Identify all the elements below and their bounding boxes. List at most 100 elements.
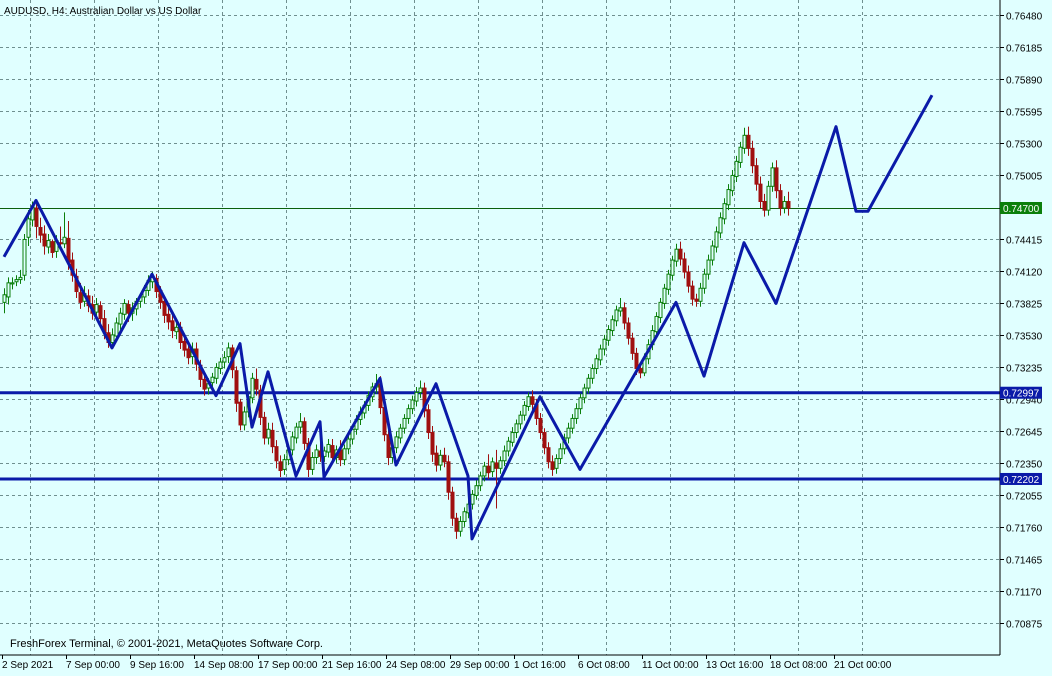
candle-body: [682, 258, 687, 273]
y-tick-label: 0.76185: [1006, 44, 1043, 55]
candle-body: [478, 475, 483, 487]
candle-body: [546, 447, 551, 463]
candle-body: [570, 417, 575, 429]
level-price-tag: 0.72202: [1003, 475, 1040, 486]
candle-body: [202, 378, 207, 390]
candle-body: [762, 200, 767, 211]
candle-body: [114, 322, 119, 337]
candle-body: [542, 432, 547, 449]
candle-body: [586, 377, 591, 389]
candle-body: [474, 485, 479, 496]
candle-body: [290, 436, 295, 451]
candle-body: [398, 427, 403, 439]
candle-body: [782, 200, 787, 209]
candle-body: [62, 236, 67, 245]
candle-body: [454, 517, 459, 532]
candle-body: [414, 391, 419, 402]
x-tick-label: 6 Oct 08:00: [578, 660, 630, 671]
candle-body: [726, 189, 731, 206]
candle-body: [294, 426, 299, 439]
candle-body: [26, 218, 31, 238]
candle-body: [746, 134, 751, 149]
candle-body: [462, 511, 467, 522]
candle-body: [314, 449, 319, 458]
y-tick-label: 0.75005: [1006, 172, 1043, 183]
candle-body: [470, 493, 475, 505]
candle-body: [598, 348, 603, 361]
candle-body: [502, 450, 507, 462]
x-tick-label: 18 Oct 08:00: [770, 660, 828, 671]
y-tick-label: 0.72645: [1006, 428, 1043, 439]
candle-body: [234, 370, 239, 404]
candle-body: [38, 227, 43, 236]
candle-body: [34, 207, 39, 227]
candle-body: [606, 328, 611, 341]
candle-body: [522, 404, 527, 416]
candle-body: [614, 309, 619, 322]
y-tick-label: 0.74120: [1006, 268, 1043, 279]
candle-body: [6, 282, 11, 298]
candle-body: [482, 465, 487, 477]
candle-body: [774, 167, 779, 192]
y-tick-label: 0.73235: [1006, 364, 1043, 375]
candle: [22, 234, 27, 281]
candle-body: [162, 300, 167, 316]
candle-body: [590, 368, 595, 379]
candle-body: [506, 440, 511, 452]
candle-body: [694, 298, 699, 302]
candle-body: [446, 461, 451, 493]
candle-body: [326, 443, 331, 453]
candle-body: [710, 245, 715, 261]
x-tick-label: 9 Sep 16:00: [130, 660, 184, 671]
candle-body: [518, 414, 523, 425]
y-tick-label: 0.75300: [1006, 140, 1043, 151]
candle-body: [754, 165, 759, 185]
x-tick-label: 2 Sep 2021: [2, 660, 54, 671]
candle-body: [730, 174, 735, 192]
candle-body: [166, 313, 171, 323]
candle-body: [630, 337, 635, 354]
candle-body: [242, 411, 247, 426]
candle-body: [218, 361, 223, 370]
candle-body: [658, 301, 663, 319]
candle-body: [94, 304, 99, 313]
x-tick-label: 11 Oct 00:00: [642, 660, 699, 671]
candle-body: [98, 305, 103, 320]
candle-body: [594, 358, 599, 370]
candle-body: [310, 456, 315, 470]
y-tick-label: 0.72350: [1006, 460, 1043, 471]
candle: [766, 180, 771, 216]
candle-body: [662, 287, 667, 304]
candle-body: [438, 454, 443, 466]
candle-body: [654, 315, 659, 333]
candle-body: [274, 446, 279, 462]
candle-body: [574, 408, 579, 419]
candle-body: [118, 312, 123, 325]
candle-body: [298, 421, 303, 428]
y-tick-label: 0.71760: [1006, 524, 1043, 535]
candle-body: [550, 461, 555, 470]
candle-body: [638, 368, 643, 374]
candle-body: [670, 259, 675, 276]
candle-body: [346, 438, 351, 450]
candle-body: [410, 399, 415, 410]
candle-body: [498, 460, 503, 469]
candle-body: [430, 432, 435, 455]
y-tick-label: 0.72055: [1006, 492, 1043, 503]
x-tick-label: 14 Sep 08:00: [194, 660, 254, 671]
candle-body: [626, 322, 631, 339]
candle-body: [282, 459, 287, 470]
candle-body: [510, 432, 515, 443]
x-tick-label: 21 Sep 16:00: [322, 660, 382, 671]
candle-body: [442, 454, 447, 463]
candle-body: [262, 416, 267, 439]
candle-body: [778, 190, 783, 209]
candle-body: [226, 347, 231, 358]
candle-body: [686, 271, 691, 287]
candle-body: [770, 167, 775, 187]
candle-body: [110, 334, 115, 344]
y-tick-label: 0.75595: [1006, 108, 1043, 119]
candle-body: [214, 366, 219, 379]
candle-body: [450, 491, 455, 519]
candle-body: [750, 147, 755, 167]
